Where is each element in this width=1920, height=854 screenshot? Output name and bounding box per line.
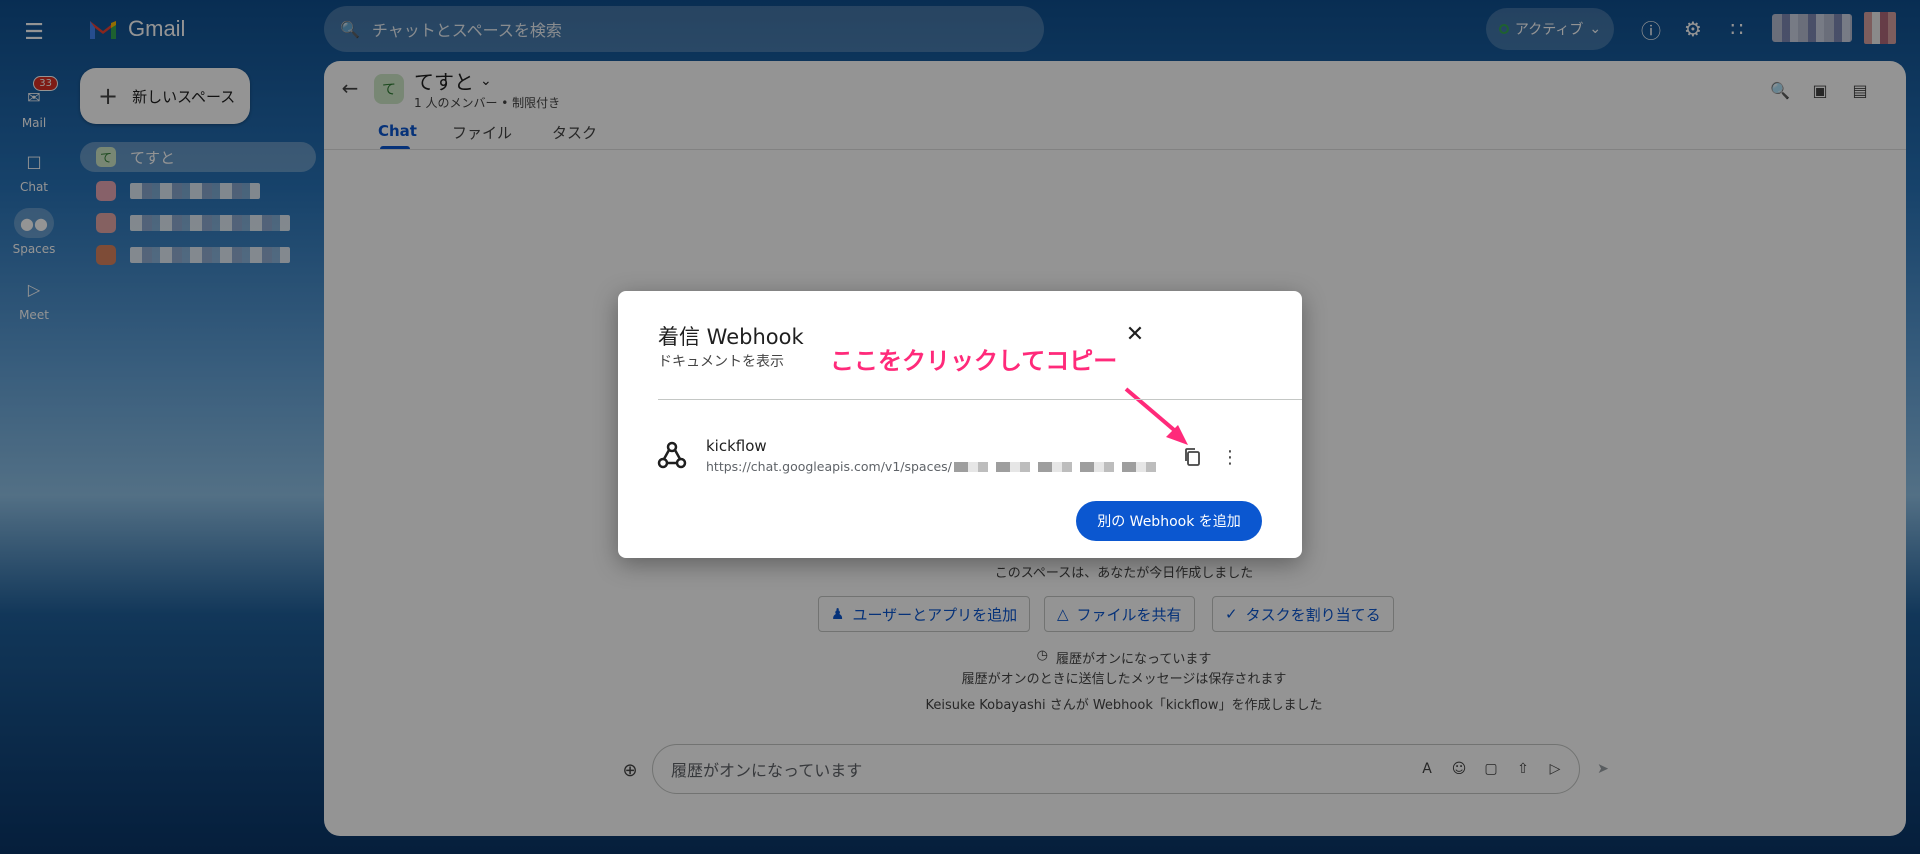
webhook-icon: [657, 441, 687, 469]
documentation-link[interactable]: ドキュメントを表示: [658, 351, 784, 371]
copy-icon: [1185, 448, 1200, 466]
dialog-divider: [658, 399, 1302, 400]
webhook-url: https://chat.googleapis.com/v1/spaces/: [706, 459, 1164, 474]
more-options-icon[interactable]: ⋮: [1216, 443, 1244, 471]
add-another-webhook-button[interactable]: 別の Webhook を追加: [1076, 501, 1262, 541]
incoming-webhook-dialog: 着信 Webhook ドキュメントを表示 ここをクリックしてコピー ✕ kick…: [618, 291, 1302, 558]
dialog-title: 着信 Webhook: [658, 325, 804, 349]
copy-url-button[interactable]: [1178, 443, 1206, 471]
webhook-url-prefix: https://chat.googleapis.com/v1/spaces/: [706, 459, 952, 474]
close-icon[interactable]: ✕: [1120, 319, 1150, 349]
annotation-text: ここをクリックしてコピー: [830, 347, 1118, 375]
webhook-name: kickflow: [706, 437, 767, 455]
webhook-url-redacted: [953, 461, 1164, 472]
